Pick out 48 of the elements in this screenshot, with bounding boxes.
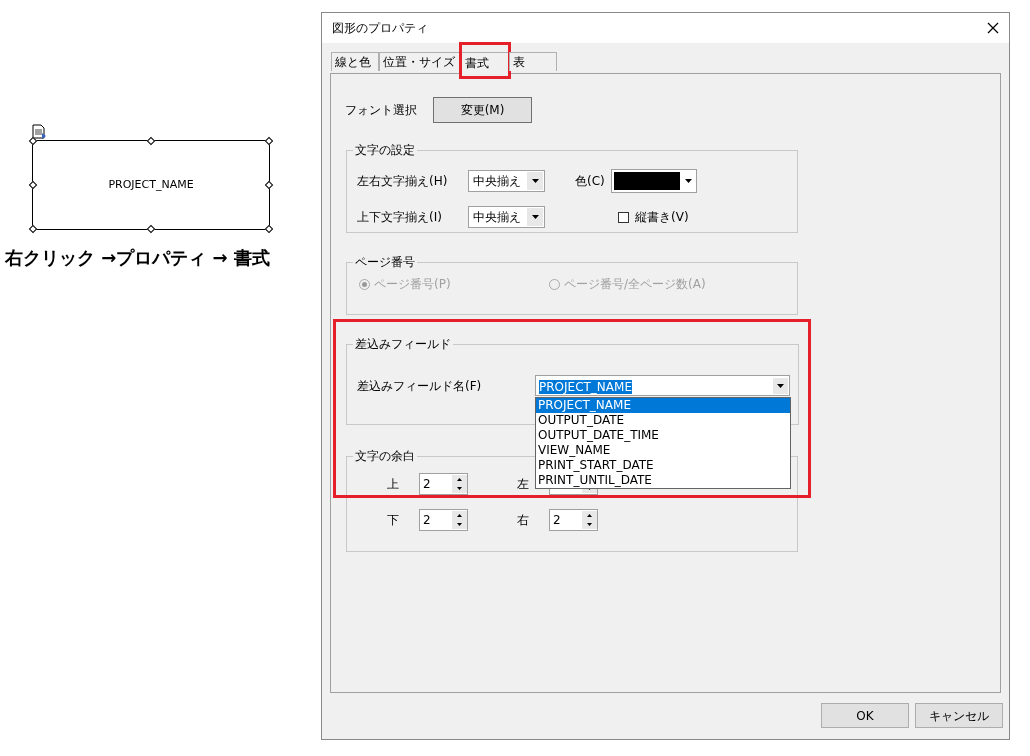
color-picker[interactable]: [611, 169, 697, 193]
dropdown[interactable]: 中央揃え: [468, 170, 545, 192]
list-option[interactable]: OUTPUT_DATE_TIME: [536, 428, 790, 443]
field-label: 色(C): [575, 173, 606, 190]
resize-handle[interactable]: [264, 136, 274, 146]
document-icon: [32, 124, 47, 139]
resize-handle[interactable]: [28, 224, 38, 234]
group-title: ページ番号: [354, 254, 416, 271]
shape-text: PROJECT_NAME: [108, 176, 194, 193]
close-icon[interactable]: [987, 22, 999, 34]
list-option[interactable]: OUTPUT_DATE: [536, 413, 790, 428]
list-option[interactable]: PROJECT_NAME: [536, 398, 790, 413]
spin-field[interactable]: 2: [419, 509, 468, 531]
field-label: 左: [516, 476, 529, 493]
group-title: 差込みフィールド: [354, 336, 452, 353]
field-label: フォント選択: [345, 102, 418, 119]
tab[interactable]: 書式: [461, 51, 509, 74]
group-title: 文字の余白: [354, 448, 416, 465]
dialog-button[interactable]: OK: [821, 703, 909, 728]
dialog-button[interactable]: キャンセル: [915, 703, 1003, 728]
caret-icon: [684, 179, 692, 183]
field-label: 上下文字揃え(I): [356, 209, 443, 226]
caret-icon: [531, 215, 539, 219]
tab[interactable]: 線と色: [331, 52, 379, 71]
checkbox[interactable]: [618, 211, 629, 223]
radio-label: ページ番号/全ページ数(A): [564, 276, 706, 293]
spin-field[interactable]: 2: [419, 473, 468, 495]
list-option[interactable]: PRINT_UNTIL_DATE: [536, 473, 790, 488]
field-label: 上: [386, 476, 399, 493]
caption: 右クリック →プロパティ → 書式: [5, 246, 271, 270]
field-label: 差込みフィールド名(F): [356, 377, 483, 395]
list-option[interactable]: PRINT_START_DATE: [536, 458, 790, 473]
field-label: 右: [516, 512, 529, 529]
dropdown[interactable]: 中央揃え: [468, 206, 545, 228]
field-label: 左右文字揃え(H): [356, 173, 449, 190]
change-font-button[interactable]: 変更(M): [433, 97, 532, 123]
field-label: 下: [386, 512, 399, 529]
caret-icon: [777, 383, 784, 388]
group-title: 文字の設定: [354, 142, 416, 159]
radio-label: ページ番号(P): [374, 276, 451, 293]
caret-icon: [531, 179, 539, 183]
tab[interactable]: 表: [509, 52, 557, 71]
checkbox-label: 縦書き(V): [635, 209, 689, 226]
tab[interactable]: 位置・サイズ: [379, 52, 461, 71]
window-title: 図形のプロパティ: [332, 20, 428, 37]
combo-box[interactable]: PROJECT_NAME: [535, 375, 790, 396]
list-option[interactable]: VIEW_NAME: [536, 443, 790, 458]
spin-field[interactable]: 2: [549, 509, 598, 531]
